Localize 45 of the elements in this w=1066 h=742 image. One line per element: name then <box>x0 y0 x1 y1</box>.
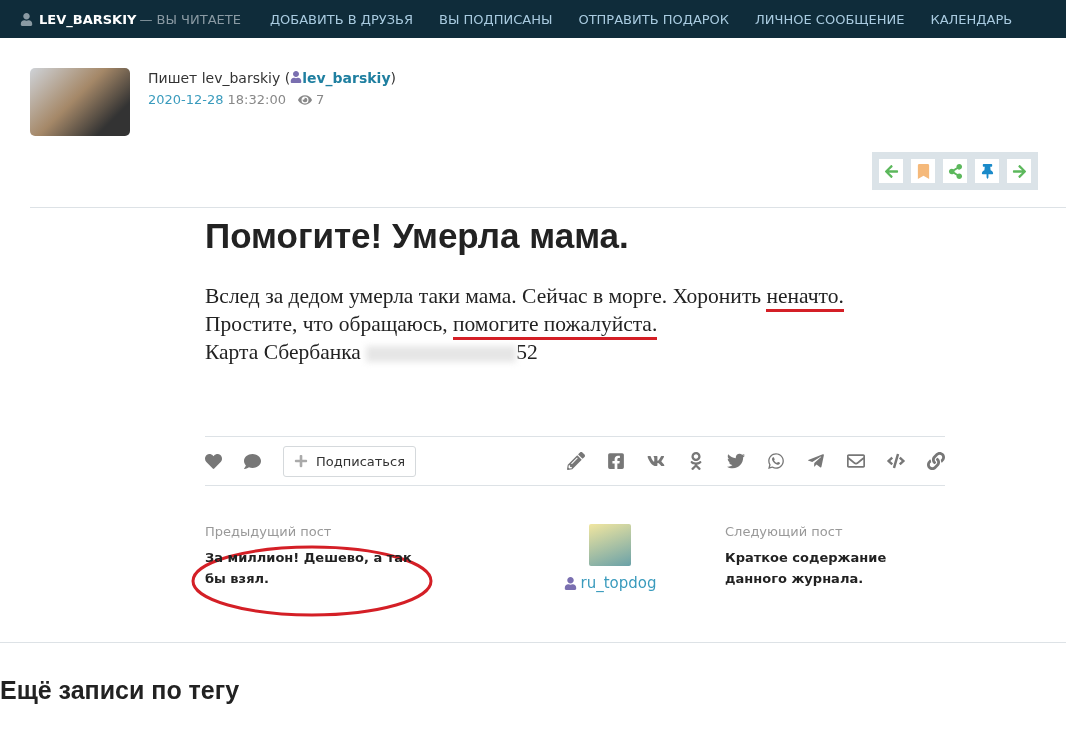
plus-icon <box>294 454 308 468</box>
subscribe-button[interactable]: Подписаться <box>283 445 416 477</box>
forward-arrow-icon <box>1011 163 1027 179</box>
nav-link[interactable]: ДОБАВИТЬ В ДРУЗЬЯ <box>269 11 413 27</box>
nav-link[interactable]: ОТПРАВИТЬ ПОДАРОК <box>578 11 730 27</box>
author-link[interactable]: lev_barskiy <box>302 70 391 86</box>
user-icon <box>290 71 303 83</box>
user-icon <box>563 576 577 590</box>
facebook-icon[interactable] <box>607 452 625 470</box>
like-icon[interactable] <box>205 452 222 470</box>
post-time: 18:32:00 <box>227 92 286 107</box>
telegram-icon[interactable] <box>807 452 825 470</box>
views-count: 7 <box>315 92 325 107</box>
pencil-icon[interactable] <box>567 452 585 470</box>
code-icon[interactable] <box>887 452 905 470</box>
author-line: Пишет lev_barskiy ( lev_barskiy) <box>148 70 396 86</box>
whatsapp-icon[interactable] <box>767 452 785 470</box>
reading-status: — ВЫ ЧИТАЕТЕ <box>139 11 241 27</box>
bookmark-icon <box>915 163 931 179</box>
nav-link[interactable]: КАЛЕНДАРЬ <box>930 11 1013 27</box>
back-arrow-icon <box>883 163 899 179</box>
pin-button[interactable] <box>975 159 999 183</box>
views-icon <box>297 92 312 107</box>
post-text-line: Вслед за дедом умерла таки мама. Сейчас в морге. Хоронить неначто. <box>205 282 945 310</box>
forward-arrow-button[interactable] <box>1007 159 1031 183</box>
comment-icon[interactable] <box>244 452 261 470</box>
section-heading: Ещё записи по тегу <box>0 676 241 705</box>
post-text-line: Простите, что обращаюсь, помогите пожалуйста. <box>205 310 945 338</box>
journal-thumbnail[interactable] <box>589 524 631 566</box>
next-post-link[interactable]: Краткое содержание данного журнала. <box>725 547 905 589</box>
share-icon <box>947 163 963 179</box>
back-arrow-button[interactable] <box>879 159 903 183</box>
user-icon <box>20 12 33 26</box>
link-icon[interactable] <box>927 452 945 470</box>
nav-link[interactable]: ЛИЧНОЕ СООБЩЕНИЕ <box>755 11 905 27</box>
twitter-icon[interactable] <box>727 452 745 470</box>
next-post-label: Следующий пост <box>725 524 843 539</box>
email-icon[interactable] <box>847 452 865 470</box>
nav-link[interactable]: ВЫ ПОДПИСАНЫ <box>439 11 553 27</box>
username[interactable]: LEV_BARSKIY <box>39 11 137 27</box>
share-button[interactable] <box>943 159 967 183</box>
post-text-line: Карта Сбербанка 52 <box>205 339 539 366</box>
pin-icon <box>979 163 995 179</box>
post-title: Помогите! Умерла мама. <box>205 216 630 256</box>
prev-post-label: Предыдущий пост <box>205 524 332 539</box>
